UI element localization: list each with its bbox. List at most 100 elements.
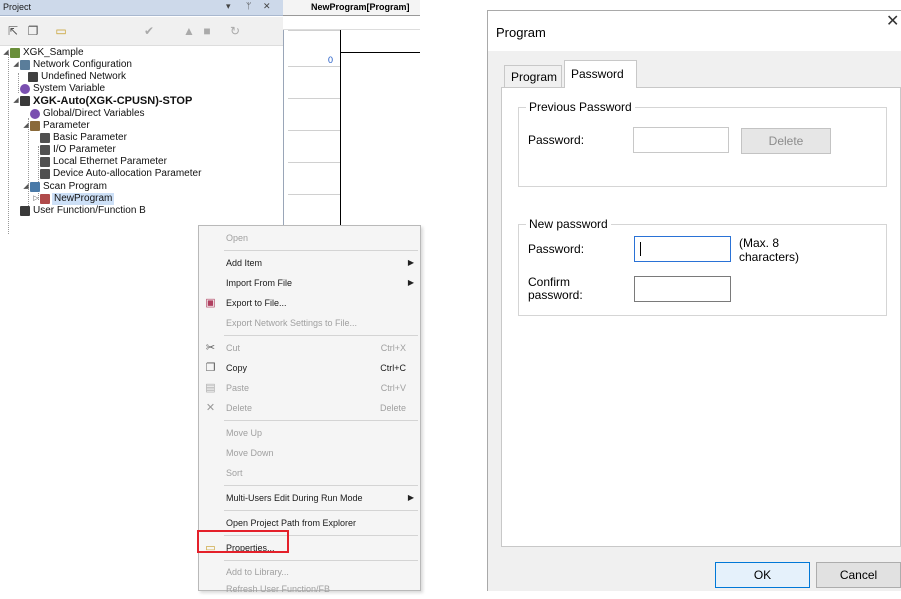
parameter-doc-icon [40,169,50,179]
new-password-title: New password [526,217,611,231]
check-icon[interactable]: ✔ [142,24,156,38]
menu-item-paste[interactable]: ▤ Paste Ctrl+V [199,378,420,398]
menu-item-multi-users-edit[interactable]: Multi-Users Edit During Run Mode ▶ [199,488,420,508]
previous-password-field[interactable] [633,127,729,153]
folder-icon[interactable]: ▭ [54,24,68,38]
menu-item-move-down[interactable]: Move Down [199,443,420,463]
function-block-icon [20,206,30,216]
close-icon[interactable]: ✕ [886,11,901,31]
tree-guide [28,118,29,214]
password-hint-line2: characters) [739,250,800,264]
menu-separator [224,510,418,511]
tree-item-label: NewProgram [52,193,115,205]
menu-separator [224,485,418,486]
menu-item-label: Paste [226,383,250,393]
parameter-doc-icon [40,157,50,167]
menu-item-label: Add Item [226,258,263,268]
project-toolbar: ⇱ ❐ ▭ ✔ ▲ ■ ↻ [0,17,283,46]
expand-icon[interactable]: ▷ [32,193,40,205]
panel-pin-icon[interactable]: ᛘ [246,1,251,11]
collapse-icon[interactable]: ◢ [12,95,20,107]
library-icon[interactable]: ■ [200,24,214,38]
menu-item-shortcut: Ctrl+V [380,383,406,393]
menu-separator [224,420,418,421]
tree-item-label: Global/Direct Variables [43,108,145,119]
parameter-doc-icon [40,133,50,143]
menu-item-label: Multi-Users Edit During Run Mode [226,493,363,503]
tree-item-label: Parameter [43,120,90,131]
menu-item-export-network-settings[interactable]: Export Network Settings to File... [199,313,420,333]
menu-item-label: Move Up [226,428,263,438]
menu-item-add-item[interactable]: Add Item ▶ [199,253,420,273]
menu-item-open[interactable]: Open [199,228,420,248]
tree-item-label: Device Auto-allocation Parameter [53,168,202,179]
text-caret [640,242,641,256]
editor-tab[interactable]: NewProgram[Program] [283,0,420,16]
menu-separator [224,335,418,336]
collapse-icon[interactable]: ◢ [22,120,30,132]
menu-item-shortcut: Ctrl+C [380,363,406,373]
project-panel-title: Project [3,2,32,12]
ladder-grid-line [288,162,340,163]
new-password-field[interactable] [634,236,731,262]
confirm-password-field[interactable] [634,276,731,302]
project-icon [10,48,20,58]
ok-button[interactable]: OK [715,562,810,588]
tree-item-label: Basic Parameter [53,132,127,143]
lock-icon[interactable]: ▲ [182,24,196,38]
ladder-grid-line [288,66,340,67]
panel-dropdown-icon[interactable]: ▾ [226,1,231,12]
collapse-icon[interactable]: ◢ [22,181,30,193]
scissors-icon: ✂ [205,342,216,354]
menu-item-sort[interactable]: Sort [199,463,420,483]
menu-item-cut[interactable]: ✂ Cut Ctrl+X [199,338,420,358]
scan-program-icon [30,182,40,192]
menu-item-shortcut: Delete [379,403,406,413]
network-icon [20,60,30,70]
variable-icon [30,109,40,119]
collapse-icon[interactable]: ◢ [2,47,10,59]
previous-password-title: Previous Password [526,100,635,114]
tree-item-label: System Variable [33,83,106,94]
window-icon[interactable]: ❐ [26,24,40,38]
menu-item-label: Cut [226,343,241,353]
submenu-arrow-icon: ▶ [407,493,414,502]
tree-item-label: Local Ethernet Parameter [53,156,167,167]
parameter-icon [30,121,40,131]
dialog-title-bar: Program [488,11,901,51]
tree-item-label: I/O Parameter [53,144,116,155]
menu-item-import-from-file[interactable]: Import From File ▶ [199,273,420,293]
tree-guide [18,73,19,93]
menu-item-move-up[interactable]: Move Up [199,423,420,443]
menu-item-refresh-user-function[interactable]: Refresh User Function/FB [199,579,420,599]
tree-guide [8,54,9,234]
cancel-button[interactable]: Cancel [816,562,901,588]
confirm-password-label-line1: Confirm [528,275,571,289]
menu-item-label: Copy [226,363,248,373]
editor-tab-title: NewProgram[Program] [311,2,410,12]
tree-item-label: User Function/Function B [33,205,146,216]
tab-program[interactable]: Program [504,65,562,88]
panel-close-icon[interactable]: ✕ [263,1,271,12]
tree-structure-icon[interactable]: ⇱ [6,24,20,38]
tab-password[interactable]: Password [564,60,637,88]
submenu-arrow-icon: ▶ [407,278,414,287]
menu-item-delete[interactable]: ✕ Delete Delete [199,398,420,418]
delete-password-button[interactable]: Delete [741,128,831,154]
confirm-password-label-line2: password: [528,288,583,302]
menu-item-export-to-file[interactable]: ▣ Export to File... [199,293,420,313]
menu-item-label: Import From File [226,278,293,288]
ladder-rung-line [341,52,420,53]
menu-item-label: Delete [226,403,253,413]
refresh-icon[interactable]: ↻ [228,24,242,38]
project-panel-header: Project ▾ ᛘ ✕ [0,0,283,16]
copy-icon: ❐ [205,362,216,374]
menu-item-label: Sort [226,468,243,478]
collapse-icon[interactable]: ◢ [12,59,20,71]
delete-x-icon: ✕ [205,402,216,414]
plc-icon [20,96,30,106]
new-password-label: Password: [528,242,585,256]
editor-ruler [283,16,420,30]
properties-highlight-box [197,530,289,553]
menu-item-copy[interactable]: ❐ Copy Ctrl+C [199,358,420,378]
